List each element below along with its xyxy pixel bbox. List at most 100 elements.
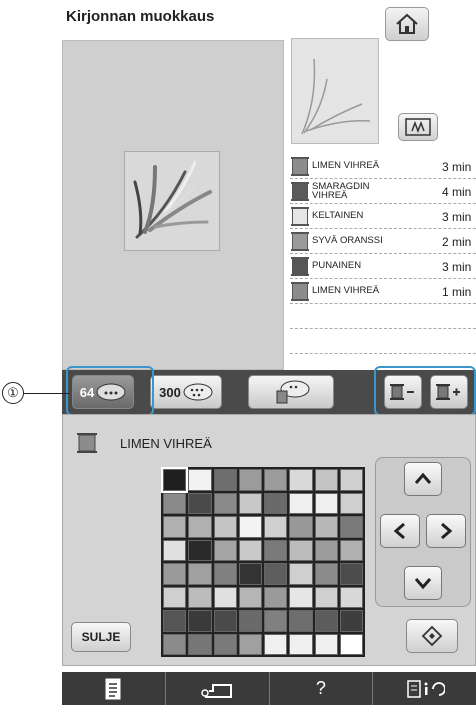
left-arrow-button[interactable] (380, 514, 420, 548)
thread-row[interactable]: PUNAINEN 3 min (290, 254, 476, 279)
color-swatch[interactable] (188, 492, 212, 514)
color-swatch[interactable] (160, 467, 189, 493)
color-swatch[interactable] (213, 469, 237, 491)
color-swatch[interactable] (213, 516, 237, 538)
color-swatch[interactable] (339, 539, 363, 561)
down-arrow-button[interactable] (404, 566, 442, 600)
color-swatch[interactable] (289, 539, 313, 561)
color-swatch[interactable] (188, 469, 212, 491)
color-swatch[interactable] (238, 586, 262, 608)
color-swatch[interactable] (339, 563, 363, 585)
color-swatch[interactable] (213, 492, 237, 514)
color-swatch[interactable] (163, 633, 187, 655)
color-swatch[interactable] (339, 492, 363, 514)
color-swatch[interactable] (339, 610, 363, 632)
right-arrow-button[interactable] (426, 514, 466, 548)
color-swatch[interactable] (314, 516, 338, 538)
color-swatch[interactable] (339, 586, 363, 608)
color-swatch[interactable] (238, 610, 262, 632)
spool-icon (291, 281, 309, 301)
color-swatch[interactable] (163, 610, 187, 632)
color-swatch[interactable] (213, 539, 237, 561)
color-swatch[interactable] (314, 610, 338, 632)
frame-select-button[interactable] (398, 113, 438, 141)
thread-time: 3 min (442, 160, 472, 174)
help-button[interactable]: ? (270, 672, 374, 705)
color-swatch[interactable] (339, 633, 363, 655)
color-swatch[interactable] (289, 586, 313, 608)
thread-row[interactable]: LIMEN VIHREÄ 1 min (290, 279, 476, 304)
color-swatch[interactable] (238, 539, 262, 561)
color-swatch[interactable] (314, 469, 338, 491)
color-palette-grid (160, 467, 365, 657)
callout-line (24, 393, 69, 394)
color-swatch[interactable] (289, 469, 313, 491)
user-thread-button[interactable] (248, 375, 334, 409)
document-button[interactable] (62, 672, 166, 705)
color-swatch[interactable] (264, 516, 288, 538)
embroidery-design (124, 151, 220, 251)
color-swatch[interactable] (238, 563, 262, 585)
color-swatch[interactable] (238, 492, 262, 514)
color-swatch[interactable] (264, 563, 288, 585)
reset-button[interactable] (406, 619, 458, 653)
color-swatch[interactable] (163, 563, 187, 585)
color-swatch[interactable] (289, 492, 313, 514)
settings-icon (406, 679, 445, 698)
color-swatch[interactable] (163, 586, 187, 608)
thread-row[interactable]: LIMEN VIHREÄ 3 min (290, 154, 476, 179)
close-button[interactable]: SULJE (71, 622, 131, 652)
spool-icon (291, 231, 309, 251)
color-swatch[interactable] (163, 539, 187, 561)
color-swatch[interactable] (213, 633, 237, 655)
thread-name: PUNAINEN (312, 260, 362, 272)
color-swatch[interactable] (188, 516, 212, 538)
thread-name: SYVÄ ORANSSI (312, 235, 383, 247)
color-swatch[interactable] (163, 492, 187, 514)
color-swatch[interactable] (314, 539, 338, 561)
user-thread-icon (276, 380, 310, 404)
color-swatch[interactable] (163, 516, 187, 538)
color-swatch[interactable] (314, 563, 338, 585)
color-swatch[interactable] (238, 516, 262, 538)
color-swatch[interactable] (188, 539, 212, 561)
color-swatch[interactable] (339, 516, 363, 538)
settings-button[interactable] (373, 672, 476, 705)
color-swatch[interactable] (188, 610, 212, 632)
color-swatch[interactable] (264, 469, 288, 491)
color-swatch[interactable] (314, 492, 338, 514)
color-swatch[interactable] (289, 563, 313, 585)
home-button[interactable] (385, 7, 429, 41)
color-swatch[interactable] (314, 633, 338, 655)
chevron-up-icon (414, 472, 432, 484)
color-swatch[interactable] (314, 586, 338, 608)
color-swatch[interactable] (289, 610, 313, 632)
color-swatch[interactable] (213, 610, 237, 632)
up-arrow-button[interactable] (404, 462, 442, 496)
color-swatch[interactable] (339, 469, 363, 491)
thread-row[interactable]: KELTAINEN 3 min (290, 204, 476, 229)
color-swatch[interactable] (264, 586, 288, 608)
color-swatch[interactable] (264, 633, 288, 655)
color-swatch[interactable] (264, 492, 288, 514)
bottom-bar: ? (62, 672, 476, 705)
color-swatch[interactable] (289, 633, 313, 655)
color-swatch[interactable] (213, 586, 237, 608)
thread-row-empty (290, 304, 476, 329)
color-swatch[interactable] (238, 469, 262, 491)
thread-order-highlight (374, 366, 476, 416)
thread-row[interactable]: SMARAGDIN VIHREÄ 4 min (290, 179, 476, 204)
color-swatch[interactable] (188, 586, 212, 608)
sewing-machine-button[interactable] (166, 672, 270, 705)
color-swatch[interactable] (213, 563, 237, 585)
color-swatch[interactable] (188, 563, 212, 585)
thread-row[interactable]: SYVÄ ORANSSI 2 min (290, 229, 476, 254)
color-swatch[interactable] (264, 539, 288, 561)
color-swatch[interactable] (289, 516, 313, 538)
sewing-machine-icon (201, 683, 233, 698)
color-swatch[interactable] (188, 633, 212, 655)
navigation-pad (375, 457, 471, 607)
palette-300-button[interactable]: 300 (150, 375, 222, 409)
color-swatch[interactable] (264, 610, 288, 632)
color-swatch[interactable] (238, 633, 262, 655)
